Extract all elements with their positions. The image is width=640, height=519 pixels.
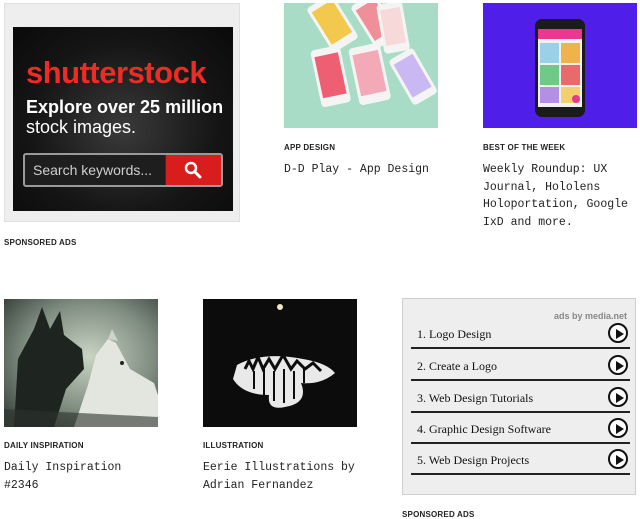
play-arrow-icon — [608, 355, 628, 375]
card-title-link[interactable]: D-D Play - App Design — [284, 161, 438, 179]
card-title-link[interactable]: Weekly Roundup: UX Journal, Hololens Hol… — [483, 161, 639, 231]
shutterstock-search-button[interactable] — [165, 155, 221, 185]
phone-mockup-illustration — [483, 3, 637, 128]
sponsored-label-top: SPONSORED ADS — [4, 238, 77, 247]
play-arrow-icon — [608, 323, 628, 343]
card-category: BEST OF THE WEEK — [483, 143, 566, 152]
shutterstock-banner[interactable]: shutterstock Explore over 25 million sto… — [13, 27, 233, 211]
eerie-illustration — [203, 299, 357, 427]
ad-link-graphic-design-software[interactable]: 4. Graphic Design Software — [411, 414, 630, 444]
card-title-link[interactable]: Daily Inspiration #2346 — [4, 459, 158, 494]
ad-link-web-design-projects[interactable]: 5. Web Design Projects — [411, 445, 630, 475]
card-category: DAILY INSPIRATION — [4, 441, 84, 450]
shutterstock-ad[interactable]: shutterstock Explore over 25 million sto… — [4, 3, 240, 222]
card-category: ILLUSTRATION — [203, 441, 264, 450]
media-net-ad[interactable]: ads by media.net 1. Logo Design 2. Creat… — [402, 298, 636, 495]
card-category: APP DESIGN — [284, 143, 336, 152]
card-title-link[interactable]: Eerie Illustrations by Adrian Fernandez — [203, 459, 363, 494]
illustration-thumbnail[interactable] — [203, 299, 357, 427]
wolf-illustration — [4, 299, 158, 427]
daily-inspiration-thumbnail[interactable] — [4, 299, 158, 427]
app-design-thumbnail[interactable] — [284, 3, 438, 128]
search-icon — [184, 161, 202, 179]
ad-link-logo-design[interactable]: 1. Logo Design — [411, 319, 630, 349]
app-mockup-illustration — [284, 3, 438, 128]
ad-link-web-design-tutorials[interactable]: 3. Web Design Tutorials — [411, 383, 630, 413]
play-arrow-icon — [608, 449, 628, 469]
ad-link-create-a-logo[interactable]: 2. Create a Logo — [411, 351, 630, 381]
play-arrow-icon — [608, 418, 628, 438]
shutterstock-logo: shutterstock — [26, 55, 207, 90]
shutterstock-search-input[interactable]: Search keywords... — [23, 153, 223, 187]
play-arrow-icon — [608, 387, 628, 407]
shutterstock-headline: Explore over 25 million stock images. — [26, 97, 224, 137]
weekly-roundup-thumbnail[interactable] — [483, 3, 637, 128]
